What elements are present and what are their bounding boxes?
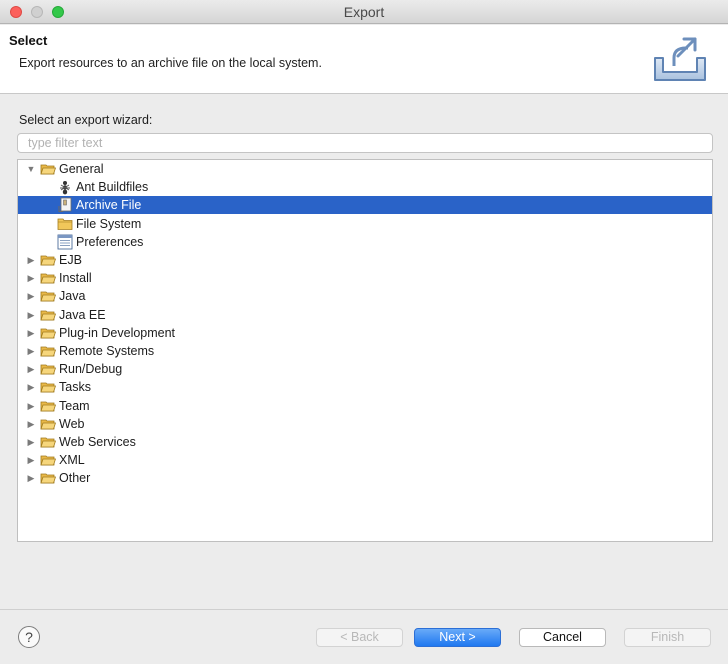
collapsed-chevron-icon[interactable]: ▶ bbox=[25, 251, 37, 269]
button-bar-divider bbox=[0, 609, 728, 610]
tree-item-label: Plug-in Development bbox=[59, 325, 176, 340]
tree-item[interactable]: Ant Buildfiles bbox=[18, 178, 712, 196]
collapsed-chevron-icon[interactable]: ▶ bbox=[25, 269, 37, 287]
tree-item[interactable]: File System bbox=[18, 215, 712, 233]
tree-item[interactable]: ▶ Plug-in Development bbox=[18, 324, 712, 342]
export-archive-icon bbox=[654, 37, 706, 81]
collapsed-chevron-icon[interactable]: ▶ bbox=[25, 433, 37, 451]
folder-open-icon bbox=[40, 398, 57, 414]
window-title: Export bbox=[343, 4, 385, 20]
folder-open-icon bbox=[40, 325, 57, 341]
tree-item-label: XML bbox=[59, 453, 85, 468]
ant-icon bbox=[57, 179, 73, 195]
tree-item[interactable]: ▶ Install bbox=[18, 269, 712, 287]
tree-item[interactable]: ▶ Remote Systems bbox=[18, 342, 712, 360]
collapsed-chevron-icon[interactable]: ▶ bbox=[25, 342, 37, 360]
tree-item-label: Archive File bbox=[76, 198, 142, 213]
cancel-button[interactable]: Cancel bbox=[519, 628, 606, 647]
collapsed-chevron-icon[interactable]: ▶ bbox=[25, 415, 37, 433]
tree-item-label: General bbox=[59, 162, 104, 176]
tree-item-label: EJB bbox=[59, 253, 82, 267]
folder-open-icon bbox=[40, 452, 57, 468]
folder-open-icon bbox=[40, 379, 57, 395]
wizard-label: Select an export wizard: bbox=[19, 113, 153, 127]
tree-item-label: Java bbox=[59, 289, 86, 304]
collapsed-chevron-icon[interactable]: ▶ bbox=[25, 287, 37, 305]
title-bar: Export bbox=[0, 0, 728, 24]
tree-item-label: Install bbox=[59, 271, 92, 286]
tree-item-label: Web bbox=[59, 416, 85, 431]
tree-item[interactable]: ▶ Other bbox=[18, 469, 712, 487]
finish-button[interactable]: Finish bbox=[624, 628, 711, 647]
folder-open-icon bbox=[40, 434, 57, 450]
folder-open-icon bbox=[40, 416, 57, 432]
tree-item[interactable]: ▶ Java bbox=[18, 287, 712, 305]
folder-open-icon bbox=[40, 161, 57, 177]
collapsed-chevron-icon[interactable]: ▶ bbox=[25, 397, 37, 415]
wizard-tree[interactable]: ▼ General Ant Buildfiles Archive File File S… bbox=[17, 159, 713, 542]
tree-item-label: Ant Buildfiles bbox=[76, 180, 149, 195]
tree-item-label: Java EE bbox=[59, 307, 106, 322]
back-button[interactable]: < Back bbox=[316, 628, 403, 647]
folder-open-icon bbox=[40, 270, 57, 286]
preferences-icon bbox=[57, 234, 73, 250]
collapsed-chevron-icon[interactable]: ▶ bbox=[25, 451, 37, 469]
next-button[interactable]: Next > bbox=[414, 628, 501, 647]
tree-item-label: Other bbox=[59, 471, 91, 486]
folder-open-icon bbox=[40, 343, 57, 359]
tree-item-label: Tasks bbox=[59, 380, 91, 395]
tree-item-label: Remote Systems bbox=[59, 344, 155, 358]
folder-open-icon bbox=[40, 288, 57, 304]
folder-open-icon bbox=[40, 470, 57, 486]
collapsed-chevron-icon[interactable]: ▶ bbox=[25, 469, 37, 487]
help-button[interactable]: ? bbox=[18, 626, 40, 648]
collapsed-chevron-icon[interactable]: ▶ bbox=[25, 324, 37, 342]
collapsed-chevron-icon[interactable]: ▶ bbox=[25, 360, 37, 378]
tree-item[interactable]: ▶ Team bbox=[18, 397, 712, 415]
collapsed-chevron-icon[interactable]: ▶ bbox=[25, 306, 37, 324]
folder-open-icon bbox=[40, 307, 57, 323]
filter-input[interactable] bbox=[17, 133, 713, 153]
tree-item[interactable]: Preferences bbox=[18, 233, 712, 251]
tree-item-label: Preferences bbox=[76, 234, 144, 249]
expanded-chevron-icon[interactable]: ▼ bbox=[25, 160, 37, 178]
tree-item[interactable]: ▶ EJB bbox=[18, 251, 712, 269]
tree-item[interactable]: ▶ Run/Debug bbox=[18, 360, 712, 378]
folder-open-icon bbox=[40, 252, 57, 268]
folder-icon bbox=[57, 216, 73, 232]
archive-file-icon bbox=[57, 197, 73, 213]
tree-item[interactable]: ▶ Java EE bbox=[18, 306, 712, 324]
page-title: Select bbox=[9, 33, 48, 48]
tree-item-label: Run/Debug bbox=[59, 362, 123, 377]
tree-item-label: Team bbox=[59, 398, 90, 413]
folder-open-icon bbox=[40, 361, 57, 377]
tree-item[interactable]: ▶ XML bbox=[18, 451, 712, 469]
tree-item-label: Web Services bbox=[59, 435, 136, 449]
tree-item-label: File System bbox=[76, 216, 142, 231]
tree-item[interactable]: ▶ Tasks bbox=[18, 378, 712, 396]
wizard-header: Select Export resources to an archive fi… bbox=[0, 25, 728, 94]
tree-item[interactable]: ▼ General bbox=[18, 160, 712, 178]
tree-item[interactable]: ▶ Web Services bbox=[18, 433, 712, 451]
tree-item[interactable]: Archive File bbox=[18, 196, 712, 215]
collapsed-chevron-icon[interactable]: ▶ bbox=[25, 378, 37, 396]
page-description: Export resources to an archive file on t… bbox=[19, 56, 322, 70]
tree-item[interactable]: ▶ Web bbox=[18, 415, 712, 433]
